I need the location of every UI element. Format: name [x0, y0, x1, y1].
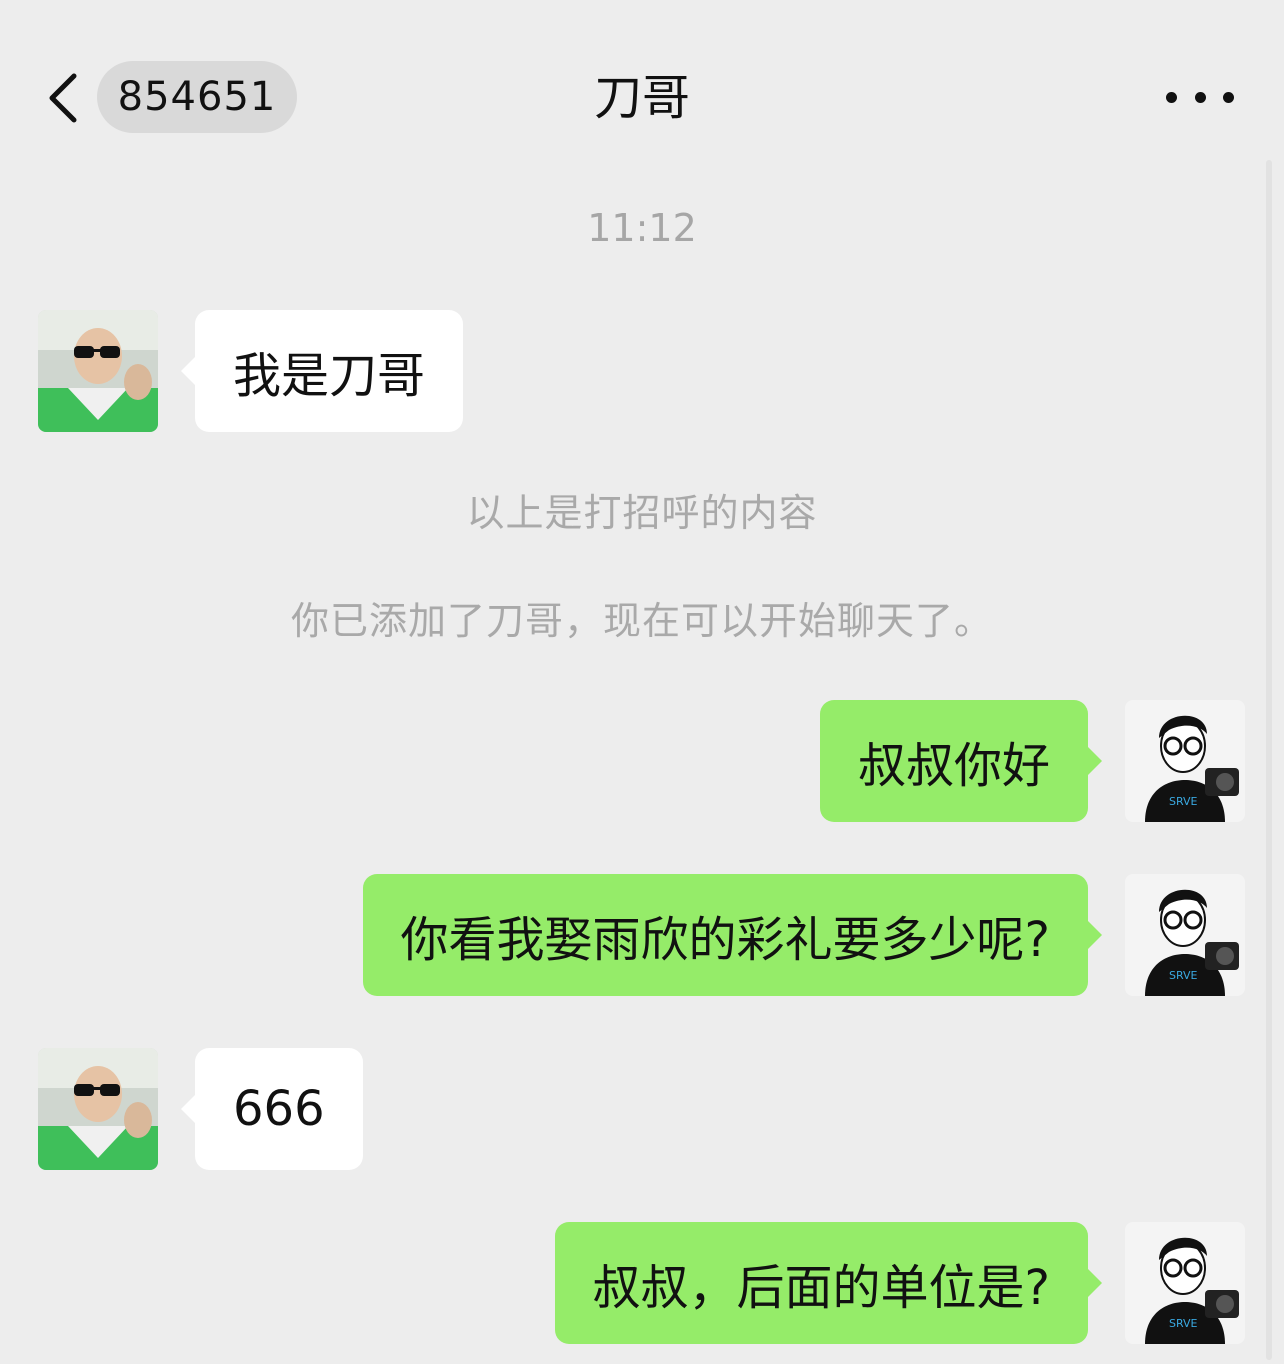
system-message-added: 你已添加了刀哥，现在可以开始聊天了。 — [290, 599, 993, 643]
system-message-greeting: 以上是打招呼的内容 — [466, 491, 818, 535]
message-bubble-incoming[interactable]: 666 — [181, 1048, 363, 1170]
contact-photo-icon — [38, 1048, 158, 1170]
more-options-button[interactable] — [1166, 80, 1234, 114]
contact-avatar[interactable] — [38, 1048, 158, 1170]
self-avatar[interactable]: SRVE — [1125, 1222, 1245, 1344]
svg-text:SRVE: SRVE — [1169, 1317, 1198, 1330]
unread-count-badge[interactable]: 854651 — [97, 61, 297, 133]
self-avatar[interactable]: SRVE — [1125, 874, 1245, 996]
svg-text:SRVE: SRVE — [1169, 795, 1198, 808]
cartoon-avatar-icon: SRVE — [1125, 700, 1245, 822]
chevron-left-icon — [49, 73, 77, 123]
message-bubble-incoming[interactable]: 我是刀哥 — [180, 310, 464, 432]
svg-text:SRVE: SRVE — [1169, 969, 1198, 982]
self-avatar[interactable]: SRVE — [1125, 700, 1245, 822]
chat-header: 854651 刀哥 — [0, 0, 1284, 170]
message-bubble-outgoing[interactable]: 叔叔你好 — [819, 700, 1103, 822]
back-button[interactable] — [40, 68, 90, 128]
message-bubble-outgoing[interactable]: 叔叔，后面的单位是? — [554, 1222, 1103, 1344]
ellipsis-icon — [1166, 91, 1177, 103]
scrollbar[interactable] — [1266, 160, 1272, 1360]
message-bubble-outgoing[interactable]: 你看我娶雨欣的彩礼要多少呢? — [362, 874, 1103, 996]
cartoon-avatar-icon: SRVE — [1125, 874, 1245, 996]
message-timestamp: 11:12 — [587, 206, 697, 250]
contact-avatar[interactable] — [38, 310, 158, 432]
cartoon-avatar-icon: SRVE — [1125, 1222, 1245, 1344]
contact-photo-icon — [38, 310, 158, 432]
